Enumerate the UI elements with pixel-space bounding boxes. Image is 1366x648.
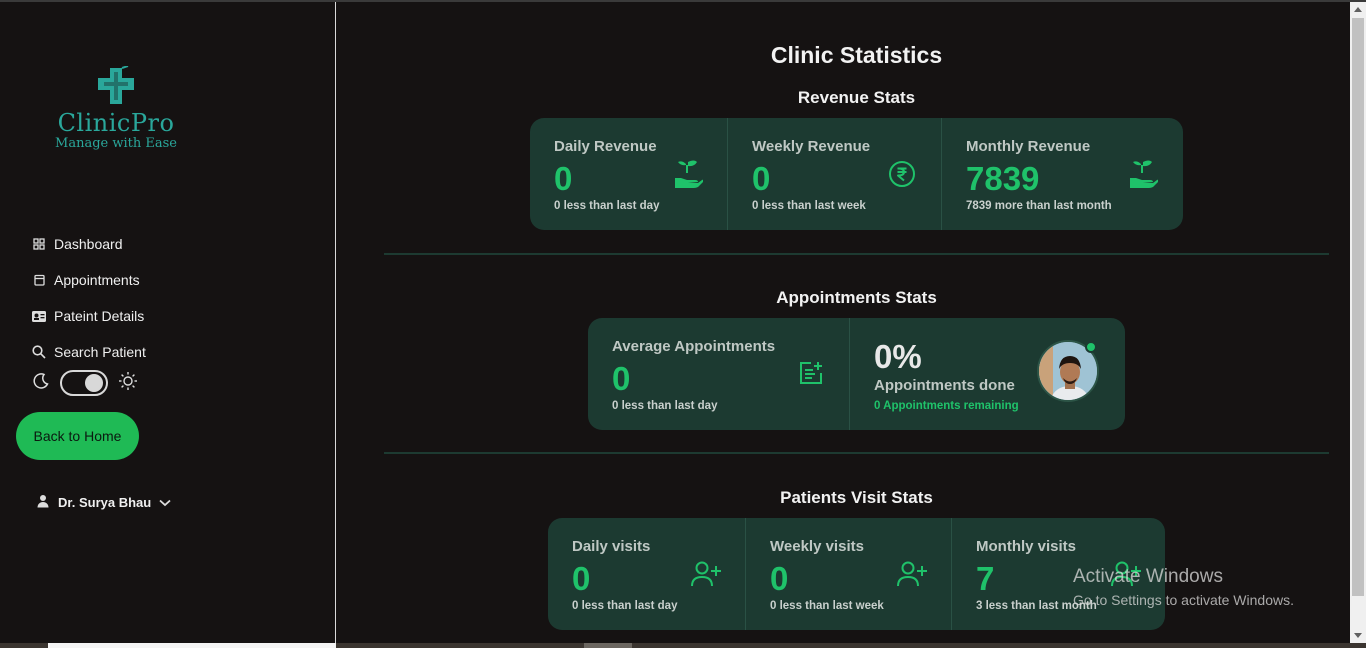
chevron-down-icon	[159, 495, 171, 510]
user-name: Dr. Surya Bhau	[58, 495, 152, 510]
page-title: Clinic Statistics	[770, 42, 943, 68]
stat-subtext: 0 less than last day	[612, 400, 718, 412]
stat-value: 0	[572, 560, 591, 597]
daily-revenue-stat: Daily Revenue 0 0 less than last day	[530, 118, 728, 230]
scroll-up-arrow-icon[interactable]	[1354, 7, 1362, 12]
appointments-stats-card: Average Appointments 0 0 less than last …	[588, 318, 1125, 430]
section-divider	[384, 452, 1329, 454]
watermark-subtitle: Go to Settings to activate Windows.	[1073, 592, 1294, 608]
back-to-home-button[interactable]: Back to Home	[16, 412, 139, 460]
weekly-visits-stat: Weekly visits 0 0 less than last week	[746, 518, 952, 630]
user-icon	[36, 494, 50, 511]
brand-tagline: Manage with Ease	[55, 136, 177, 151]
moon-icon	[32, 372, 50, 395]
stat-value: 0	[752, 160, 771, 197]
grid-icon	[32, 237, 46, 251]
theme-switcher	[32, 370, 138, 396]
calendar-icon	[32, 273, 46, 287]
revenue-stats-card: Daily Revenue 0 0 less than last day Wee…	[530, 118, 1183, 230]
user-menu[interactable]: Dr. Surya Bhau	[36, 494, 171, 511]
watermark-title: Activate Windows	[1073, 566, 1223, 587]
stat-subtext: 0 less than last week	[752, 200, 866, 212]
sun-icon	[118, 371, 138, 396]
sidebar-nav: Dashboard Appointments Pateint Details S…	[32, 226, 146, 370]
stat-value: 7839	[966, 160, 1040, 197]
visits-section-title: Patients Visit Stats	[780, 488, 933, 507]
user-plus-icon	[690, 560, 722, 593]
rupee-icon	[888, 160, 916, 193]
activate-windows-watermark: Activate Windows Go to Settings to activ…	[1073, 566, 1294, 608]
sidebar-item-label: Pateint Details	[54, 308, 145, 324]
toggle-knob	[85, 374, 103, 392]
medical-cross-icon	[98, 66, 134, 104]
section-divider	[384, 253, 1329, 255]
sidebar-item-label: Appointments	[54, 272, 140, 288]
stat-subtext: 0 less than last day	[554, 200, 660, 212]
daily-visits-stat: Daily visits 0 0 less than last day	[548, 518, 746, 630]
stat-label: Average Appointments	[612, 338, 776, 355]
taskbar-segment	[48, 643, 336, 648]
stat-subtext: 0 less than last week	[770, 600, 884, 612]
stat-label: Weekly visits	[770, 538, 864, 555]
theme-toggle[interactable]	[60, 370, 108, 396]
stat-label: Daily visits	[572, 538, 651, 555]
monthly-revenue-stat: Monthly Revenue 7839 7839 more than last…	[942, 118, 1183, 230]
scrollbar-thumb[interactable]	[1352, 18, 1364, 596]
taskbar-edge	[0, 643, 1366, 648]
user-plus-icon	[896, 560, 928, 593]
stat-subtext: 7839 more than last month	[966, 200, 1112, 212]
sidebar-item-search-patient[interactable]: Search Patient	[32, 334, 146, 370]
search-icon	[32, 345, 46, 359]
sidebar-item-patient-details[interactable]: Pateint Details	[32, 298, 146, 334]
stat-value: 0	[612, 360, 631, 397]
stat-label: Monthly visits	[976, 538, 1077, 555]
sidebar-item-appointments[interactable]: Appointments	[32, 262, 146, 298]
scroll-down-arrow-icon[interactable]	[1354, 633, 1362, 638]
stat-value: 7	[976, 560, 995, 597]
brand-name: ClinicPro	[57, 109, 175, 137]
stat-label: Monthly Revenue	[966, 138, 1091, 155]
hand-plant-icon	[1128, 158, 1159, 195]
id-card-icon	[32, 309, 46, 323]
vertical-scrollbar[interactable]	[1350, 2, 1366, 643]
revenue-section-title: Revenue Stats	[797, 88, 916, 107]
taskbar-segment	[584, 643, 632, 648]
note-add-icon	[798, 360, 824, 391]
appointments-done-stat: 0% Appointments done 0 Appointments rema…	[850, 318, 1125, 430]
appointments-remaining: 0 Appointments remaining	[874, 400, 1019, 412]
stat-value: 0	[770, 560, 789, 597]
appointments-done-percent: 0%	[874, 338, 922, 375]
brand-logo[interactable]: ClinicPro Manage with Ease	[40, 66, 192, 151]
sidebar-item-label: Search Patient	[54, 344, 146, 360]
stat-label: Daily Revenue	[554, 138, 657, 155]
stat-subtext: 0 less than last day	[572, 600, 678, 612]
sidebar: ClinicPro Manage with Ease Dashboard App…	[0, 2, 336, 643]
sidebar-item-label: Dashboard	[54, 236, 123, 252]
online-status-dot	[1085, 341, 1097, 353]
appointments-section-title: Appointments Stats	[776, 288, 937, 307]
stat-value: 0	[554, 160, 573, 197]
stat-label: Weekly Revenue	[752, 138, 871, 155]
main-content: Clinic Statistics Revenue Stats Daily Re…	[337, 2, 1350, 643]
average-appointments-stat: Average Appointments 0 0 less than last …	[588, 318, 850, 430]
weekly-revenue-stat: Weekly Revenue 0 0 less than last week	[728, 118, 942, 230]
hand-plant-icon	[673, 158, 704, 195]
sidebar-item-dashboard[interactable]: Dashboard	[32, 226, 146, 262]
appointments-done-label: Appointments done	[874, 377, 1015, 394]
